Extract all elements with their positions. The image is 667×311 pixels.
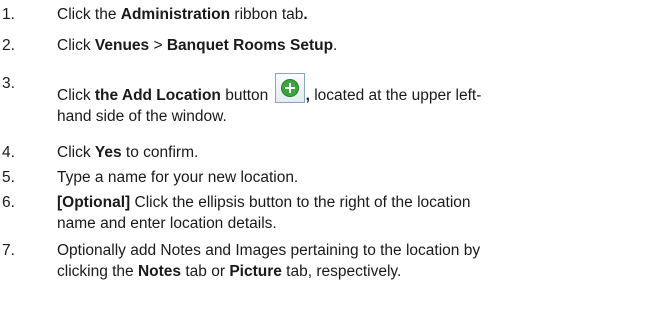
- text-run: Click: [57, 37, 95, 54]
- text-run: tab or: [181, 263, 230, 280]
- text-run: name and enter location details.: [57, 215, 277, 232]
- text-run: clicking the: [57, 263, 138, 280]
- step-number: 3.: [2, 75, 15, 92]
- text-run: >: [149, 37, 167, 54]
- step-number: 7.: [2, 242, 15, 259]
- text-run: located at the upper left-: [309, 87, 482, 104]
- text-run: Optionally add Notes and Images pertaini…: [57, 242, 481, 259]
- add-location-icon: [274, 73, 305, 103]
- text-run: to confirm.: [121, 144, 199, 161]
- step-number: 5.: [2, 169, 15, 186]
- text-run: ribbon tab: [230, 6, 304, 23]
- step-text: Type a name for your new location.: [57, 167, 657, 188]
- optional-label: [Optional]: [57, 194, 131, 211]
- step-text: Click Venues > Banquet Rooms Setup.: [57, 35, 657, 56]
- ui-term-add-location: the Add Location: [94, 87, 221, 104]
- text-run: button: [220, 87, 273, 104]
- ui-term-notes: Notes: [137, 263, 182, 280]
- step-number: 4.: [2, 144, 15, 161]
- ui-term-venues: Venues: [94, 37, 150, 54]
- text-line: clicking the Notes tab or Picture tab, r…: [57, 261, 657, 282]
- text-run: Type a name for your new location.: [57, 169, 299, 186]
- step-text: Click the Administration ribbon tab.: [57, 4, 657, 25]
- instructions-list: 1. Click the Administration ribbon tab. …: [0, 0, 667, 311]
- text-run: Click the ellipsis button to the right o…: [130, 194, 471, 211]
- text-run: Click: [57, 144, 95, 161]
- ui-term-picture: Picture: [229, 263, 282, 280]
- text-run: tab, respectively.: [281, 263, 402, 280]
- text-run: .: [333, 37, 338, 54]
- step-text: Optionally add Notes and Images pertaini…: [57, 240, 657, 282]
- ui-term-yes: Yes: [94, 144, 122, 161]
- text-run: hand side of the window.: [57, 108, 227, 125]
- step-number: 6.: [2, 194, 15, 211]
- step-number: 2.: [2, 37, 15, 54]
- text-run: Click the: [57, 6, 121, 23]
- step-text: [Optional] Click the ellipsis button to …: [57, 192, 657, 234]
- step-text: Click the Add Location button , located …: [57, 73, 657, 127]
- ui-term-administration: Administration: [120, 6, 231, 23]
- step-text: Click Yes to confirm.: [57, 142, 657, 163]
- text-run: Click: [57, 87, 95, 104]
- text-run: .: [303, 6, 308, 23]
- step-number: 1.: [2, 6, 15, 23]
- ui-term-banquet-rooms-setup: Banquet Rooms Setup: [166, 37, 334, 54]
- plus-circle-icon: [280, 79, 299, 97]
